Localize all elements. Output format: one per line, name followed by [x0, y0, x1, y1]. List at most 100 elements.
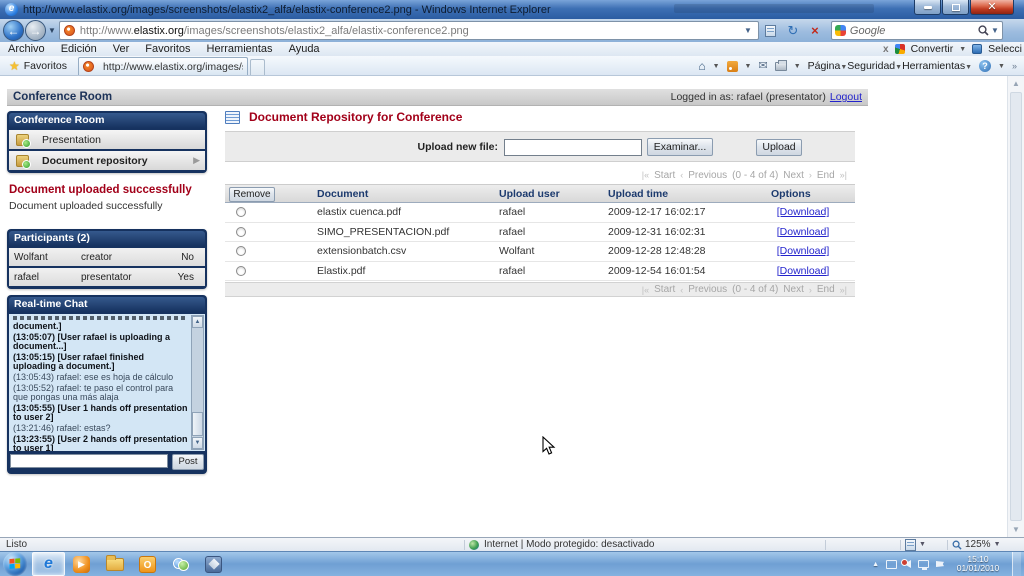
search-input[interactable] — [850, 25, 976, 37]
command-button[interactable]: Herramientas — [902, 60, 965, 72]
menu-item[interactable]: Ver — [113, 43, 130, 55]
chat-message: (13:05:43) rafael: ese es hoja de cálcul… — [13, 373, 189, 383]
pager-first-icon[interactable]: |« — [642, 170, 649, 180]
pager-end[interactable]: End — [817, 170, 835, 181]
post-button[interactable]: Post — [172, 454, 204, 470]
pager-previous[interactable]: Previous — [688, 170, 727, 181]
taskbar-ie-button[interactable]: e — [32, 552, 65, 576]
forward-button[interactable]: → — [25, 20, 46, 41]
tray-volume-muted-icon[interactable] — [904, 560, 911, 568]
scroll-down-icon[interactable]: ▼ — [192, 437, 203, 449]
pager-next[interactable]: Next — [783, 170, 804, 181]
folder-icon — [106, 558, 124, 571]
pager-prev-icon[interactable]: ‹ — [680, 285, 683, 295]
address-input[interactable]: http://www.elastix.org/images/screenshot… — [59, 21, 759, 40]
favorites-button[interactable]: ★ Favoritos — [4, 57, 72, 75]
toolbar-close-icon[interactable]: x — [883, 44, 889, 55]
taskbar-virtualbox-button[interactable] — [197, 552, 230, 576]
help-icon[interactable]: ? — [979, 60, 991, 72]
menu-item[interactable]: Herramientas — [207, 43, 273, 55]
pager-end[interactable]: End — [817, 284, 835, 295]
sidebar-item[interactable]: Presentation ▶ — [9, 130, 205, 149]
logout-link[interactable]: Logout — [830, 91, 862, 103]
taskbar-media-player-button[interactable]: ▶ — [65, 552, 98, 576]
address-dropdown-icon[interactable]: ▼ — [742, 26, 754, 35]
browser-tab[interactable]: http://www.elastix.org/images/screen... — [78, 57, 248, 75]
taskbar-messenger-button[interactable] — [164, 552, 197, 576]
pager-previous[interactable]: Previous — [688, 284, 727, 295]
row-radio-button[interactable] — [236, 246, 246, 256]
pager-start[interactable]: Start — [654, 170, 675, 181]
tray-network-icon[interactable] — [918, 560, 929, 568]
compatibility-view-button[interactable] — [761, 21, 781, 40]
upload-button[interactable]: Upload — [756, 139, 802, 156]
pager-last-icon[interactable]: »| — [840, 170, 847, 180]
pager-next-icon[interactable]: › — [809, 170, 812, 180]
back-button[interactable]: ← — [3, 20, 24, 41]
download-link[interactable]: [Download] — [777, 226, 830, 238]
row-radio-button[interactable] — [236, 266, 246, 276]
compatibility-status-button[interactable]: ▼ — [905, 539, 943, 551]
help-dropdown-icon[interactable]: ▼ — [998, 63, 1005, 70]
download-link[interactable]: [Download] — [777, 265, 830, 277]
pager-start[interactable]: Start — [654, 284, 675, 295]
scroll-up-icon[interactable]: ▲ — [192, 316, 203, 328]
row-radio-button[interactable] — [236, 227, 246, 237]
taskbar-outlook-button[interactable]: O — [131, 552, 164, 576]
close-button[interactable]: ✕ — [970, 0, 1014, 15]
maximize-button[interactable] — [942, 0, 969, 15]
mail-icon[interactable]: ✉ — [758, 61, 767, 72]
upload-file-input[interactable] — [504, 139, 642, 156]
menu-item[interactable]: Archivo — [8, 43, 45, 55]
command-button[interactable]: Seguridad — [847, 60, 895, 72]
pager-next-icon[interactable]: › — [809, 285, 812, 295]
menu-item[interactable]: Ayuda — [289, 43, 320, 55]
scrollbar-thumb[interactable] — [1010, 92, 1022, 521]
taskbar-explorer-button[interactable] — [98, 552, 131, 576]
pager-next[interactable]: Next — [783, 284, 804, 295]
pager-first-icon[interactable]: |« — [642, 285, 649, 295]
start-button[interactable] — [3, 552, 27, 576]
select-button[interactable]: Selecci — [988, 43, 1022, 55]
menu-item[interactable]: Edición — [61, 43, 97, 55]
scroll-down-icon[interactable]: ▼ — [1012, 522, 1020, 537]
tray-expand-icon[interactable]: ▲ — [872, 561, 879, 568]
download-link[interactable]: [Download] — [777, 206, 830, 218]
chevron-down-icon[interactable]: ▼ — [965, 64, 972, 71]
pager-prev-icon[interactable]: ‹ — [680, 170, 683, 180]
scroll-up-icon[interactable]: ▲ — [1012, 76, 1020, 91]
menu-item[interactable]: Favoritos — [145, 43, 190, 55]
convert-button[interactable]: Convertir — [911, 43, 954, 55]
row-radio-button[interactable] — [236, 207, 246, 217]
chat-input[interactable] — [10, 454, 168, 468]
zoom-control[interactable]: 125% ▼ — [952, 539, 1024, 550]
tray-panel-icon[interactable] — [886, 560, 897, 569]
new-tab-button[interactable] — [250, 59, 265, 75]
minimize-button[interactable] — [914, 0, 941, 15]
refresh-button[interactable]: ↻ — [783, 21, 803, 40]
search-dropdown-icon[interactable]: ▼ — [991, 26, 999, 35]
toolbar-overflow-chevron[interactable]: » — [1012, 61, 1017, 71]
home-dropdown-icon[interactable]: ▼ — [713, 63, 720, 70]
taskbar-clock[interactable]: 15:10 01/01/2010 — [951, 555, 1005, 574]
convert-dropdown-icon[interactable]: ▼ — [959, 46, 966, 53]
scrollbar-thumb[interactable] — [192, 412, 203, 436]
stop-button[interactable]: × — [805, 21, 825, 40]
rss-icon[interactable] — [727, 61, 738, 72]
rss-dropdown-icon[interactable]: ▼ — [745, 63, 752, 70]
browse-button[interactable]: Examinar... — [647, 138, 713, 156]
home-icon[interactable]: ⌂ — [698, 60, 705, 72]
remove-button[interactable]: Remove — [229, 187, 275, 202]
download-link[interactable]: [Download] — [777, 245, 830, 257]
page-scrollbar[interactable]: ▲ ▼ — [1007, 76, 1024, 537]
chat-scrollbar[interactable]: ▲ ▼ — [191, 315, 204, 450]
print-dropdown-icon[interactable]: ▼ — [794, 63, 801, 70]
search-icon[interactable] — [978, 25, 989, 36]
tray-action-center-icon[interactable] — [936, 561, 944, 567]
command-button[interactable]: Página — [808, 60, 841, 72]
printer-icon[interactable] — [775, 62, 787, 71]
pager-last-icon[interactable]: »| — [840, 285, 847, 295]
history-dropdown-icon[interactable]: ▼ — [48, 26, 56, 35]
show-desktop-button[interactable] — [1012, 552, 1021, 576]
sidebar-item[interactable]: Document repository ▶ — [9, 151, 205, 170]
